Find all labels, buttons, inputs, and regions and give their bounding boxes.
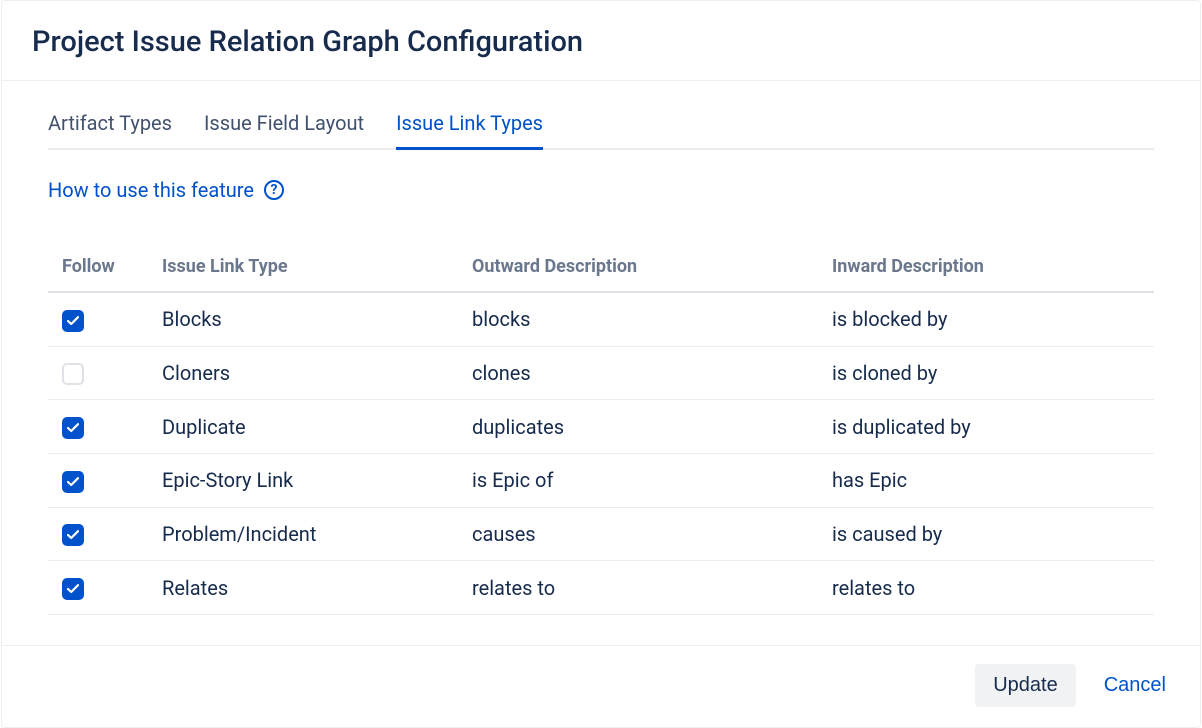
cell-outward: is Epic of bbox=[458, 453, 818, 507]
cell-link-type: Blocks bbox=[148, 292, 458, 346]
cell-outward: blocks bbox=[458, 292, 818, 346]
cell-link-type: Problem/Incident bbox=[148, 507, 458, 561]
table-row: Relatesrelates torelates to bbox=[48, 561, 1154, 615]
follow-checkbox[interactable] bbox=[62, 310, 84, 332]
update-button[interactable]: Update bbox=[975, 664, 1076, 707]
col-header-outward: Outward Description bbox=[458, 246, 818, 292]
cell-inward: is cloned by bbox=[818, 346, 1154, 400]
link-types-table: Follow Issue Link Type Outward Descripti… bbox=[48, 246, 1154, 615]
cell-outward: duplicates bbox=[458, 400, 818, 454]
help-icon[interactable]: ? bbox=[264, 180, 284, 200]
cell-link-type: Duplicate bbox=[148, 400, 458, 454]
tab-issue-field-layout[interactable]: Issue Field Layout bbox=[204, 105, 364, 150]
cell-outward: relates to bbox=[458, 561, 818, 615]
cell-link-type: Epic-Story Link bbox=[148, 453, 458, 507]
col-header-type: Issue Link Type bbox=[148, 246, 458, 292]
cell-link-type: Cloners bbox=[148, 346, 458, 400]
tab-issue-link-types[interactable]: Issue Link Types bbox=[396, 105, 543, 150]
follow-checkbox[interactable] bbox=[62, 417, 84, 439]
table-row: Duplicateduplicatesis duplicated by bbox=[48, 400, 1154, 454]
table-row: Clonersclonesis cloned by bbox=[48, 346, 1154, 400]
col-header-inward: Inward Description bbox=[818, 246, 1154, 292]
cell-link-type: Relates bbox=[148, 561, 458, 615]
cell-inward: is blocked by bbox=[818, 292, 1154, 346]
tab-artifact-types[interactable]: Artifact Types bbox=[48, 105, 172, 150]
dialog-title: Project Issue Relation Graph Configurati… bbox=[32, 25, 1170, 60]
dialog-header: Project Issue Relation Graph Configurati… bbox=[2, 1, 1200, 81]
help-row: How to use this feature ? bbox=[48, 178, 1154, 202]
table-row: Blocksblocksis blocked by bbox=[48, 292, 1154, 346]
follow-checkbox[interactable] bbox=[62, 578, 84, 600]
cell-outward: clones bbox=[458, 346, 818, 400]
tab-bar: Artifact Types Issue Field Layout Issue Li… bbox=[48, 105, 1154, 150]
follow-checkbox[interactable] bbox=[62, 471, 84, 493]
dialog-footer: Update Cancel bbox=[2, 646, 1200, 727]
follow-checkbox[interactable] bbox=[62, 524, 84, 546]
table-row: Problem/Incidentcausesis caused by bbox=[48, 507, 1154, 561]
col-header-follow: Follow bbox=[48, 246, 148, 292]
config-dialog: Project Issue Relation Graph Configurati… bbox=[1, 0, 1201, 728]
cell-inward: is duplicated by bbox=[818, 400, 1154, 454]
cell-inward: has Epic bbox=[818, 453, 1154, 507]
table-row: Epic-Story Linkis Epic ofhas Epic bbox=[48, 453, 1154, 507]
follow-checkbox[interactable] bbox=[62, 363, 84, 385]
cell-outward: causes bbox=[458, 507, 818, 561]
cell-inward: relates to bbox=[818, 561, 1154, 615]
cell-inward: is caused by bbox=[818, 507, 1154, 561]
help-link[interactable]: How to use this feature bbox=[48, 178, 254, 202]
dialog-body: Artifact Types Issue Field Layout Issue Li… bbox=[2, 81, 1200, 646]
cancel-button[interactable]: Cancel bbox=[1100, 664, 1170, 707]
